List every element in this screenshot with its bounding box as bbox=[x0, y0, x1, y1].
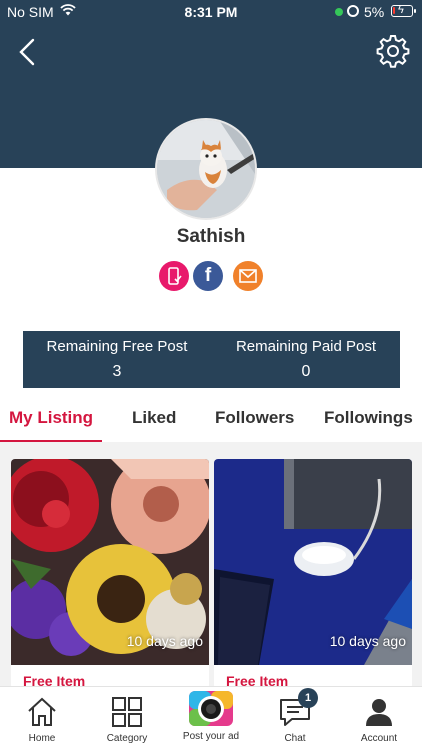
nav-post-ad-label: Post your ad bbox=[182, 731, 240, 742]
battery-level bbox=[393, 7, 395, 14]
nav-chat[interactable]: 1 Chat bbox=[255, 688, 335, 744]
nav-account[interactable]: Account bbox=[339, 695, 419, 744]
profile-name: Sathish bbox=[176, 226, 246, 247]
phone-icon bbox=[168, 267, 182, 285]
nav-home-label: Home bbox=[28, 733, 56, 744]
home-icon bbox=[28, 697, 56, 726]
post-stats: Remaining Free Post 3 Remaining Paid Pos… bbox=[23, 331, 400, 388]
listing-card[interactable]: 10 days ago Free Item bbox=[214, 459, 412, 689]
back-button[interactable] bbox=[14, 36, 42, 68]
camera-icon bbox=[189, 691, 233, 726]
nav-post-ad[interactable]: Post your ad bbox=[171, 687, 251, 742]
camera-in-use-indicator bbox=[335, 8, 343, 16]
active-tab-indicator bbox=[0, 440, 102, 442]
charging-icon: ϟ bbox=[398, 4, 404, 16]
battery-percent: 5% bbox=[364, 4, 385, 20]
free-post-value: 3 bbox=[112, 363, 122, 380]
status-bar: No SIM 8:31 PM 5% ϟ bbox=[0, 0, 422, 24]
tab-my-listing[interactable]: My Listing bbox=[9, 408, 93, 428]
listing-time: 10 days ago bbox=[329, 633, 406, 649]
nav-home[interactable]: Home bbox=[2, 695, 82, 744]
settings-button[interactable] bbox=[376, 34, 410, 68]
nav-account-label: Account bbox=[360, 733, 398, 744]
facebook-icon: f bbox=[204, 265, 212, 286]
facebook-button[interactable]: f bbox=[193, 261, 223, 291]
paid-post-value: 0 bbox=[301, 363, 311, 380]
bottom-nav: Home Category Post your ad 1 Chat Accoun… bbox=[0, 686, 422, 750]
nav-category-label: Category bbox=[106, 733, 148, 744]
chat-unread-badge: 1 bbox=[298, 688, 318, 708]
paid-post-label: Remaining Paid Post bbox=[235, 338, 377, 355]
remaining-free-post: Remaining Free Post 3 bbox=[23, 338, 211, 381]
grid-icon bbox=[112, 697, 142, 727]
kitten-photo bbox=[157, 120, 255, 218]
listing-card[interactable]: 10 days ago Free Item bbox=[11, 459, 209, 689]
mail-icon bbox=[239, 269, 257, 283]
battery-icon: ϟ bbox=[391, 4, 416, 17]
listing-time: 10 days ago bbox=[126, 633, 203, 649]
email-button[interactable] bbox=[233, 261, 263, 291]
nav-chat-label: Chat bbox=[284, 733, 306, 744]
orientation-lock-icon bbox=[347, 5, 359, 17]
free-post-label: Remaining Free Post bbox=[46, 338, 188, 355]
tab-followers[interactable]: Followers bbox=[215, 408, 294, 428]
avatar[interactable] bbox=[155, 118, 257, 220]
remaining-paid-post: Remaining Paid Post 0 bbox=[212, 338, 400, 381]
user-icon bbox=[366, 699, 392, 726]
nav-category[interactable]: Category bbox=[87, 695, 167, 744]
tab-followings[interactable]: Followings bbox=[324, 408, 413, 428]
profile-screen: No SIM 8:31 PM 5% ϟ Sathish f Remaining … bbox=[0, 0, 422, 750]
tab-liked[interactable]: Liked bbox=[132, 408, 176, 428]
phone-verified-button[interactable] bbox=[159, 261, 189, 291]
profile-tabs: My Listing Liked Followers Followings bbox=[0, 398, 422, 442]
